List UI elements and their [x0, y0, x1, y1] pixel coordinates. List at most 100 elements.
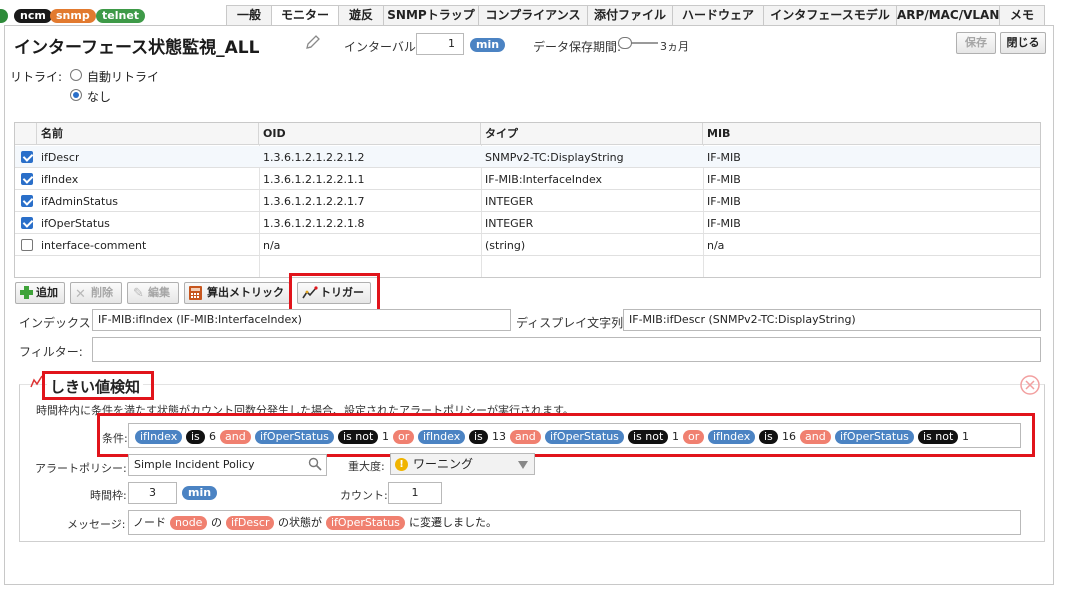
tab-violation[interactable]: 遊反: [338, 5, 384, 25]
cell-mib: IF-MIB: [707, 217, 741, 230]
snmp-badge: snmp: [50, 9, 96, 23]
filter-field[interactable]: [92, 337, 1041, 362]
table-row[interactable]: ifIndex 1.3.6.1.2.1.2.2.1.1 IF-MIB:Inter…: [15, 168, 1040, 190]
cell-type: SNMPv2-TC:DisplayString: [485, 151, 624, 164]
severity-value: ワーニング: [413, 457, 474, 471]
delete-icon: ✕: [75, 287, 86, 302]
cell-mib: IF-MIB: [707, 151, 741, 164]
table-row[interactable]: interface-comment n/a (string) n/a: [15, 234, 1040, 256]
auto-retry-radio[interactable]: [70, 69, 82, 81]
index-label: インデックス:: [19, 316, 95, 330]
message-variable[interactable]: node: [170, 516, 208, 530]
edit-label: 編集: [148, 286, 170, 299]
calc-metric-label: 算出メトリック: [207, 286, 284, 299]
message-variable[interactable]: ifDescr: [226, 516, 275, 530]
header-mib[interactable]: MIB: [703, 123, 1040, 145]
calculator-icon: [189, 286, 202, 300]
display-string-label: ディスプレイ文字列:: [516, 316, 628, 330]
calc-metric-button[interactable]: 算出メトリック: [184, 282, 290, 304]
header-name[interactable]: 名前: [37, 123, 259, 145]
message-text: の状態が: [278, 516, 322, 529]
tab-monitor[interactable]: モニター: [271, 5, 339, 25]
cell-name: interface-comment: [41, 239, 147, 252]
retry-label: リトライ:: [10, 70, 63, 84]
remove-threshold-icon[interactable]: [1020, 375, 1040, 398]
cell-name: ifAdminStatus: [41, 195, 119, 208]
cell-type: IF-MIB:InterfaceIndex: [485, 173, 603, 186]
tab-bar: 一般 モニター 遊反 SNMPトラップ コンプライアンス 添付ファイル ハードウ…: [226, 5, 1055, 25]
message-label: メッセージ:: [67, 518, 126, 531]
search-icon[interactable]: [308, 457, 322, 474]
count-label: カウント:: [340, 489, 388, 502]
add-label: 追加: [36, 286, 58, 299]
cell-mib: n/a: [707, 239, 725, 252]
condition-highlight-box: [97, 413, 1035, 457]
message-text: ノード: [133, 516, 166, 529]
close-button[interactable]: 閉じる: [1000, 32, 1046, 54]
count-input[interactable]: 1: [388, 482, 442, 504]
message-text: に変遷しました。: [409, 516, 497, 529]
cell-oid: n/a: [263, 239, 281, 252]
pencil-icon[interactable]: [304, 34, 322, 55]
cell-type: (string): [485, 239, 526, 252]
tab-interface-model[interactable]: インタフェースモデル: [763, 5, 897, 25]
slider-knob[interactable]: [618, 37, 632, 49]
chevron-down-icon: [518, 461, 528, 469]
delete-label: 削除: [91, 286, 113, 299]
alert-policy-field[interactable]: Simple Incident Policy: [128, 454, 327, 476]
no-retry-label[interactable]: なし: [87, 88, 111, 105]
table-row[interactable]: ifDescr 1.3.6.1.2.1.2.2.1.2 SNMPv2-TC:Di…: [15, 146, 1040, 168]
header-type[interactable]: タイプ: [481, 123, 703, 145]
header-check: [15, 123, 37, 145]
index-field[interactable]: IF-MIB:ifIndex (IF-MIB:InterfaceIndex): [92, 309, 511, 331]
metrics-table: 名前 OID タイプ MIB ifDescr 1.3.6.1.2.1.2.2.1…: [14, 122, 1041, 278]
header-oid[interactable]: OID: [259, 123, 481, 145]
retention-slider[interactable]: [618, 37, 658, 49]
tab-memo[interactable]: メモ: [999, 5, 1045, 25]
auto-retry-label[interactable]: 自動リトライ: [87, 68, 159, 85]
edit-button[interactable]: ✎ 編集: [127, 282, 179, 304]
interval-label: インターバル:: [344, 40, 420, 54]
window-label: 時間枠:: [90, 489, 127, 502]
row-checkbox[interactable]: [21, 217, 33, 229]
retention-value: 3ヵ月: [660, 40, 689, 53]
row-checkbox[interactable]: [21, 239, 33, 251]
display-string-field[interactable]: IF-MIB:ifDescr (SNMPv2-TC:DisplayString): [623, 309, 1041, 331]
cell-name: ifDescr: [41, 151, 80, 164]
add-button[interactable]: 追加: [15, 282, 65, 304]
status-dot: [0, 9, 8, 23]
tab-snmp-trap[interactable]: SNMPトラップ: [383, 5, 479, 25]
tab-compliance[interactable]: コンプライアンス: [478, 5, 588, 25]
edit-icon: ✎: [133, 286, 144, 301]
tab-attachments[interactable]: 添付ファイル: [587, 5, 673, 25]
severity-select[interactable]: ! ワーニング: [390, 453, 535, 475]
no-retry-radio[interactable]: [70, 89, 82, 101]
tab-general[interactable]: 一般: [226, 5, 272, 25]
row-checkbox[interactable]: [21, 173, 33, 185]
table-row-empty[interactable]: [15, 256, 1040, 278]
save-button[interactable]: 保存: [956, 32, 996, 54]
plus-icon: [20, 286, 33, 299]
tab-arp-mac-vlan[interactable]: ARP/MAC/VLAN: [896, 5, 1000, 25]
cell-oid: 1.3.6.1.2.1.2.2.1.8: [263, 217, 365, 230]
table-row[interactable]: ifOperStatus 1.3.6.1.2.1.2.2.1.8 INTEGER…: [15, 212, 1040, 234]
tab-hardware[interactable]: ハードウェア: [672, 5, 764, 25]
interval-unit-badge[interactable]: min: [470, 38, 506, 52]
cell-mib: IF-MIB: [707, 195, 741, 208]
window-input[interactable]: 3: [128, 482, 177, 504]
row-checkbox[interactable]: [21, 151, 33, 163]
table-row[interactable]: ifAdminStatus 1.3.6.1.2.1.2.2.1.7 INTEGE…: [15, 190, 1040, 212]
page-title: インターフェース状態監視_ALL: [14, 38, 260, 58]
cell-oid: 1.3.6.1.2.1.2.2.1.7: [263, 195, 365, 208]
severity-label: 重大度:: [348, 460, 385, 473]
cell-oid: 1.3.6.1.2.1.2.2.1.2: [263, 151, 365, 164]
interval-input[interactable]: 1: [416, 33, 464, 55]
message-variable[interactable]: ifOperStatus: [326, 516, 405, 530]
alert-policy-label: アラートポリシー:: [35, 462, 127, 475]
table-header: 名前 OID タイプ MIB: [15, 123, 1040, 145]
row-checkbox[interactable]: [21, 195, 33, 207]
cell-mib: IF-MIB: [707, 173, 741, 186]
warning-icon: !: [395, 458, 408, 471]
window-unit-badge[interactable]: min: [182, 486, 218, 500]
delete-button[interactable]: ✕ 削除: [70, 282, 122, 304]
